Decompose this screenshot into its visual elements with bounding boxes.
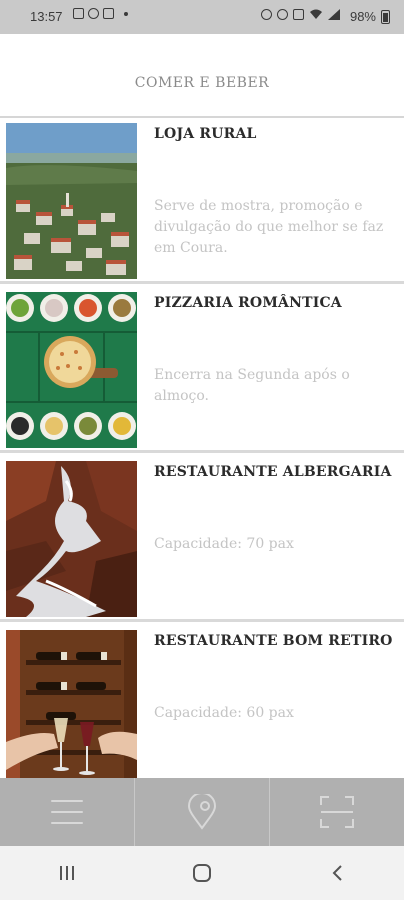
whatsapp-icon [88,8,99,19]
bluetooth-icon [293,9,304,20]
item-title: RESTAURANTE ALBERGARIA [154,464,392,480]
item-image-waterfall [6,461,137,617]
recent-apps-button[interactable] [37,853,97,893]
system-navigation-bar [0,846,404,900]
back-button[interactable] [307,853,367,893]
signal-icon [328,9,340,20]
item-description: Capacidade: 60 pax [154,705,294,721]
item-title: PIZZARIA ROMÂNTICA [154,295,342,311]
item-description: Serve de mostra, promoção e divulgação d… [154,198,384,256]
item-description: Capacidade: 70 pax [154,536,294,552]
home-button[interactable] [172,853,232,893]
system-icons [261,9,340,20]
scan-icon [320,796,354,828]
item-title: RESTAURANTE BOM RETIRO [154,633,393,649]
more-notifications-icon [124,11,128,16]
page-header: COMER E BEBER [0,34,404,118]
tab-scan[interactable] [270,778,404,846]
media-icon [103,8,114,19]
bottom-tab-bar [0,778,404,846]
status-time: 13:57 [30,9,63,24]
clock-icon [277,9,288,20]
item-image-village [6,123,137,279]
back-icon [332,865,342,881]
item-description: Encerra na Segunda após o almoço. [154,367,350,404]
page-title: COMER E BEBER [134,75,270,91]
battery-percentage: 98% [349,9,376,24]
menu-icon [51,800,83,824]
list-item[interactable]: PIZZARIA ROMÂNTICA Encerra na Segunda ap… [0,287,404,453]
map-pin-icon [187,794,217,830]
tab-map[interactable] [135,778,270,846]
item-image-pizza [6,292,137,448]
home-icon [192,864,211,882]
list-item[interactable]: RESTAURANTE BOM RETIRO Capacidade: 60 pa… [0,625,404,778]
alarm-icon [261,9,272,20]
notification-icons [73,8,128,19]
wifi-icon [310,9,322,19]
recent-apps-icon [60,866,75,880]
tab-menu[interactable] [0,778,135,846]
item-image-wine [6,630,137,778]
item-title: LOJA RURAL [154,126,257,142]
gallery-icon [73,8,84,19]
restaurant-list[interactable]: LOJA RURAL Serve de mostra, promoção e d… [0,118,404,778]
status-bar: 13:57 98% [0,0,404,34]
battery-icon [381,10,390,24]
list-item[interactable]: RESTAURANTE ALBERGARIA Capacidade: 70 pa… [0,456,404,622]
list-item[interactable]: LOJA RURAL Serve de mostra, promoção e d… [0,118,404,284]
